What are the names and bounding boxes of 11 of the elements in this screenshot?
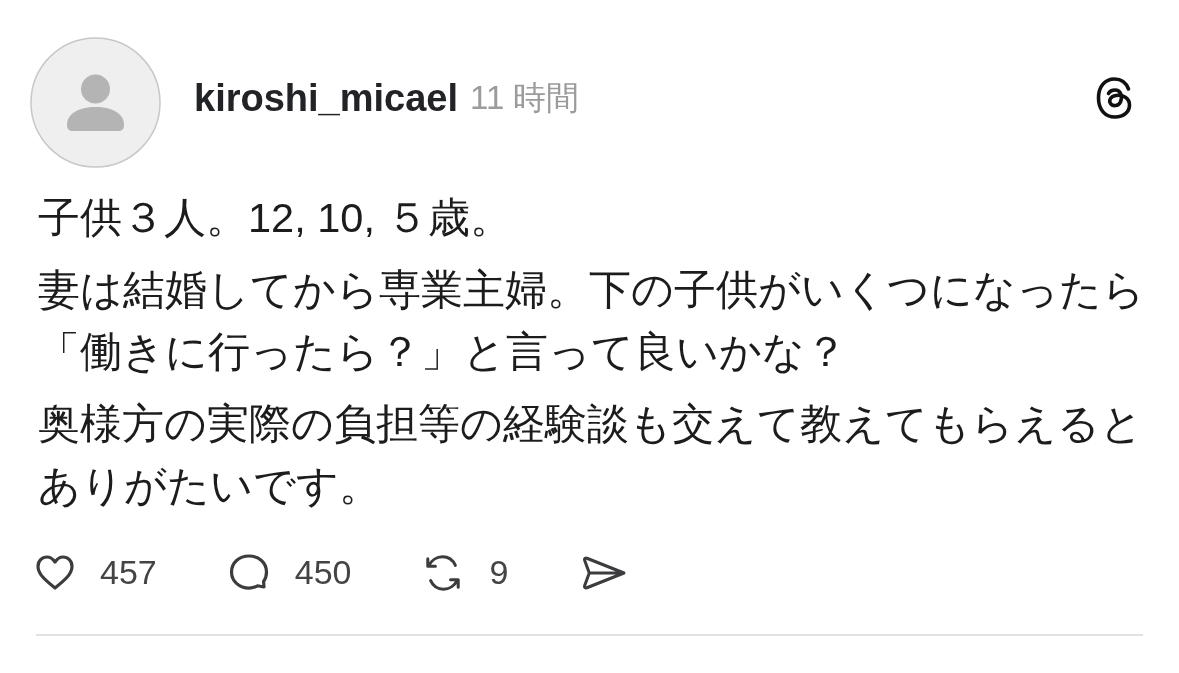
post-text: 子供３人。12, 10, ５歳。	[38, 193, 514, 243]
post-text: 奥様方の実際の負担等の経験談も交えて教えてもらえると ありがたいです。	[38, 399, 1143, 511]
reply-button[interactable]: 450	[228, 553, 352, 592]
speech-bubble-icon	[228, 553, 269, 592]
heart-icon	[36, 554, 74, 591]
post-text: 妻は結婚してから専業主婦。下の子供がいくつになったら 「働きに行ったら？」と言って良いかな？	[38, 265, 1143, 377]
avatar-icon	[30, 37, 161, 168]
post-time: 11 時間	[470, 78, 580, 118]
repost-button[interactable]: 9	[423, 553, 509, 592]
username[interactable]: kiroshi_micael	[194, 77, 459, 120]
like-button[interactable]: 457	[36, 553, 157, 592]
